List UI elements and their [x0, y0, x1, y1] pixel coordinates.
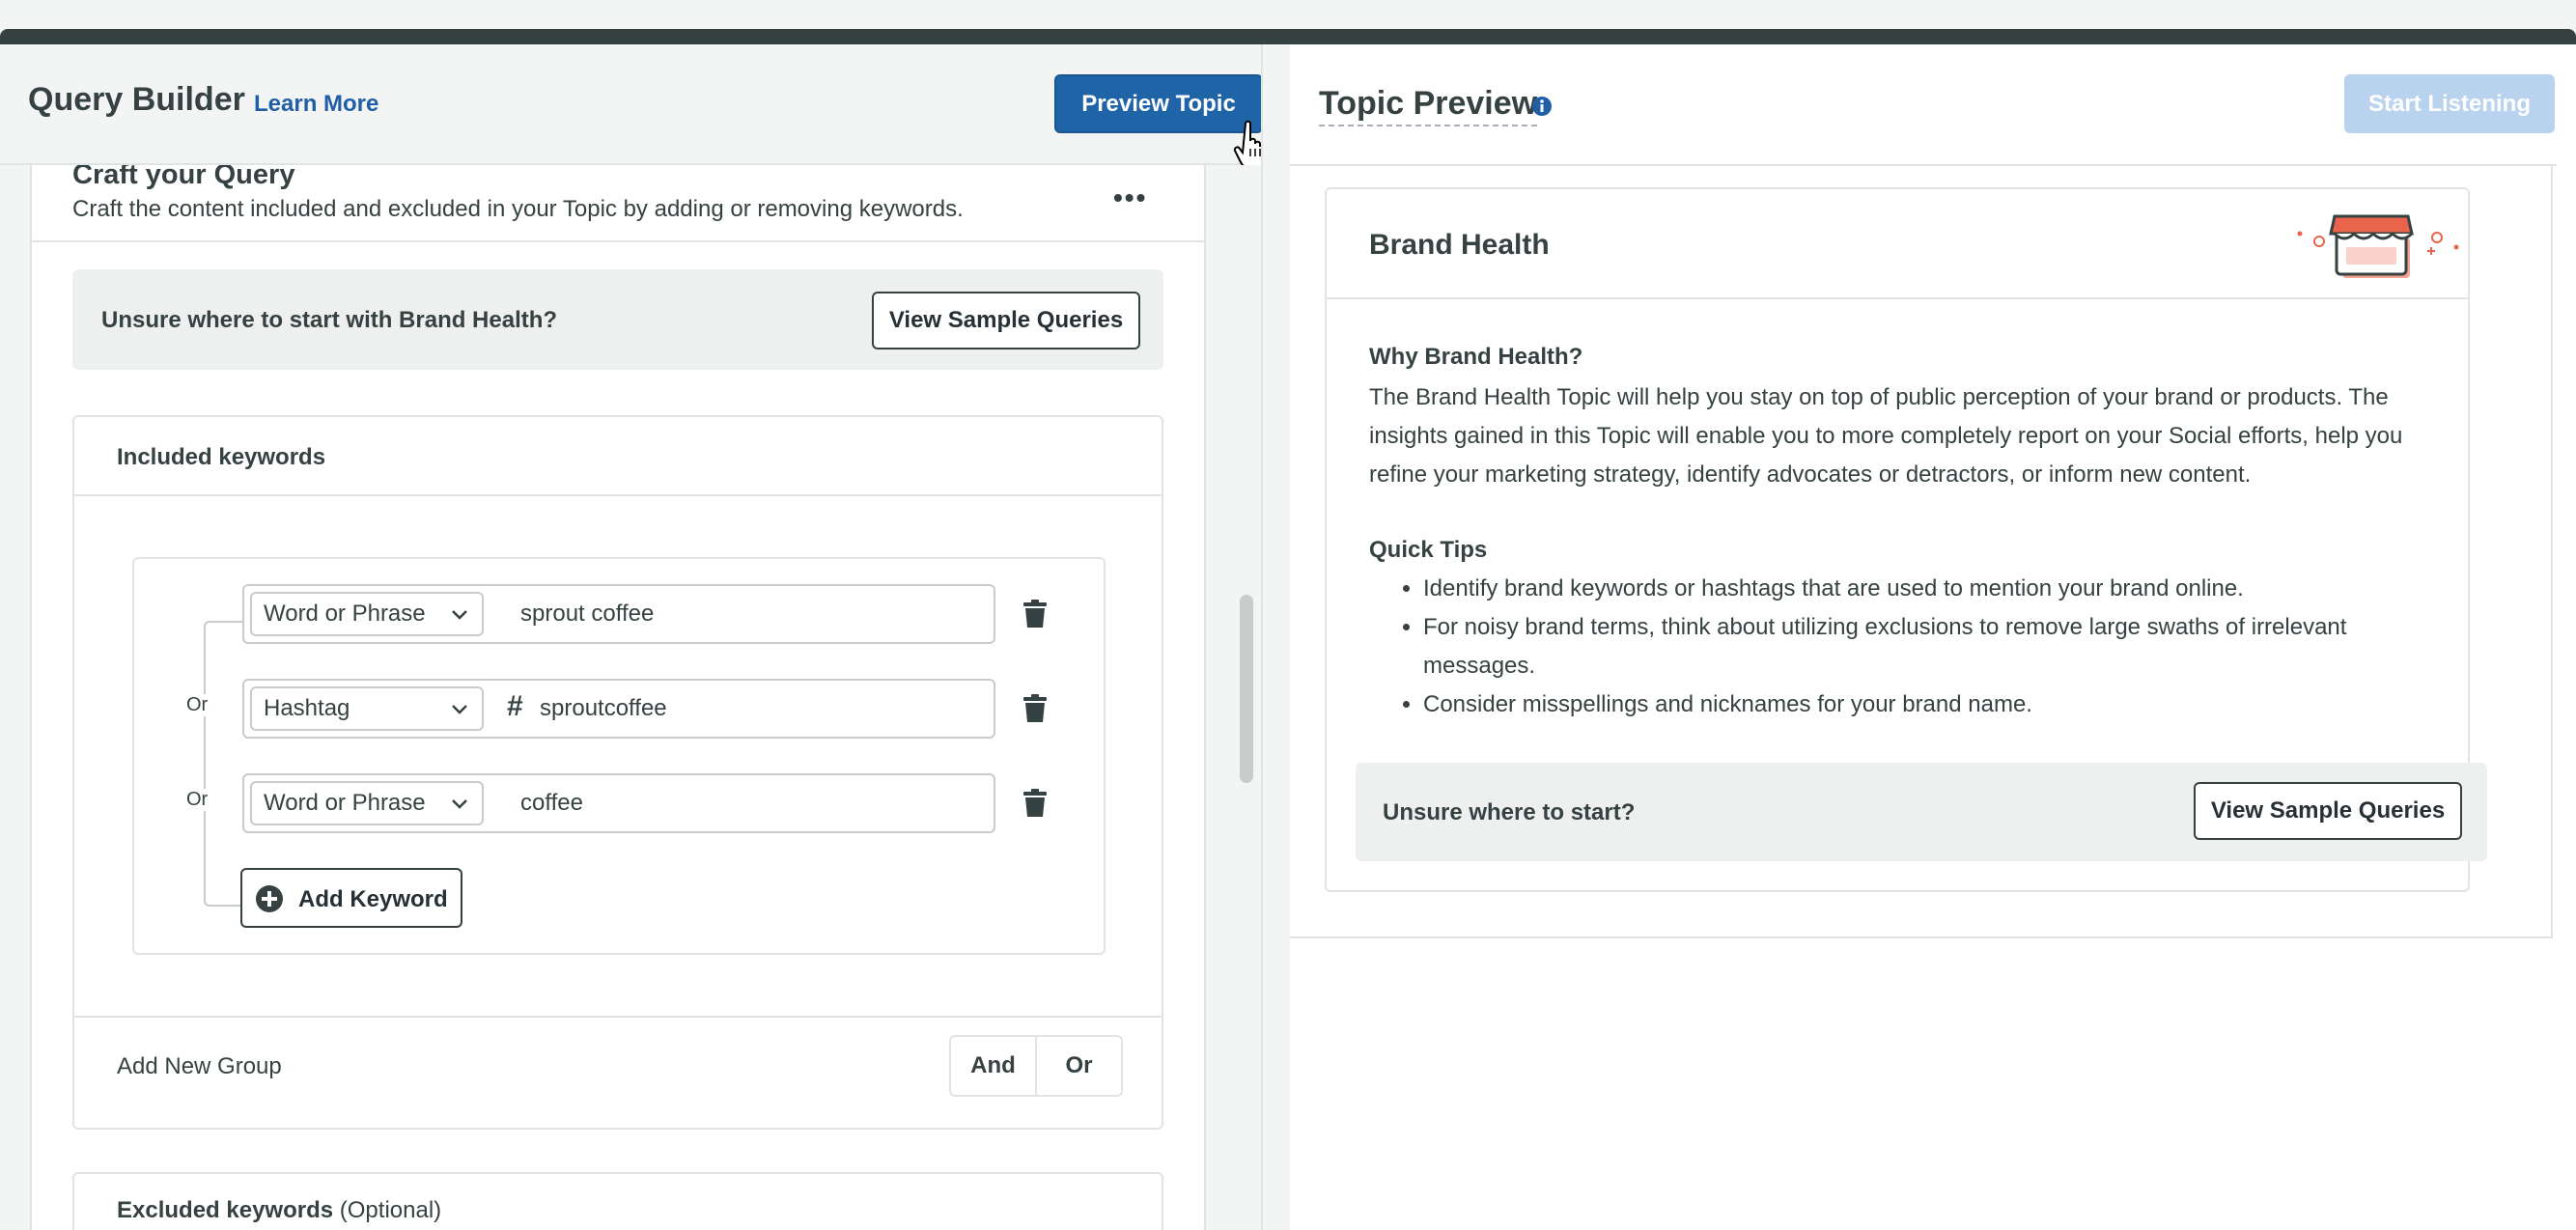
chevron-down-icon	[452, 705, 467, 714]
keyword-input[interactable]: sproutcoffee	[540, 695, 667, 722]
keyword-input[interactable]: coffee	[520, 790, 583, 817]
info-icon[interactable]	[1531, 96, 1553, 117]
why-brand-health-title: Why Brand Health?	[1369, 344, 1583, 370]
included-keywords-title: Included keywords	[117, 444, 326, 470]
excluded-keywords-card: Excluded keywords (Optional)	[72, 1172, 1163, 1230]
sample-queries-banner: Unsure where to start with Brand Health?…	[72, 269, 1163, 370]
query-builder-panel: Query Builder Learn More Preview Topic C…	[0, 44, 1290, 1230]
start-listening-button[interactable]: Start Listening	[2344, 74, 2555, 133]
or-connector-label: Or	[182, 694, 212, 716]
divider	[1327, 297, 2468, 299]
excluded-keywords-label: Excluded keywords	[117, 1197, 334, 1223]
quick-tips-title: Quick Tips	[1369, 537, 1488, 563]
quick-tips-list: Identify brand keywords or hashtags that…	[1423, 570, 2447, 724]
keyword-type-value: Word or Phrase	[264, 601, 426, 627]
query-builder-header: Query Builder Learn More Preview Topic	[0, 44, 1290, 169]
excluded-keywords-title: Excluded keywords (Optional)	[117, 1197, 441, 1224]
trash-icon[interactable]	[1022, 789, 1048, 818]
divider	[74, 494, 1162, 496]
keyword-type-select[interactable]: Hashtag	[250, 686, 484, 731]
or-connector-line	[204, 621, 244, 907]
sample-queries-prompt: Unsure where to start with Brand Health?	[101, 307, 558, 333]
why-brand-health-body: The Brand Health Topic will help you sta…	[1369, 384, 2403, 488]
included-keywords-card: Included keywords Or Or Word or Phrase s…	[72, 415, 1163, 1130]
plus-circle-icon	[256, 885, 283, 912]
keyword-type-select[interactable]: Word or Phrase	[250, 592, 484, 636]
view-sample-queries-button[interactable]: View Sample Queries	[872, 292, 1140, 349]
or-button[interactable]: Or	[1037, 1037, 1121, 1095]
list-item: For noisy brand terms, think about utili…	[1423, 608, 2447, 685]
keyword-row: Word or Phrase sprout coffee	[242, 584, 995, 644]
divider	[74, 1016, 1162, 1018]
keyword-type-value: Word or Phrase	[264, 790, 426, 816]
sample-queries-prompt: Unsure where to start?	[1383, 799, 1636, 825]
or-connector-label: Or	[182, 789, 212, 811]
page-title: Query Builder	[28, 81, 245, 118]
scrollbar-thumb[interactable]	[1240, 595, 1253, 783]
keyword-type-select[interactable]: Word or Phrase	[250, 781, 484, 825]
list-item: Consider misspellings and nicknames for …	[1423, 685, 2447, 724]
craft-query-description: Craft the content included and excluded …	[72, 196, 964, 222]
topic-preview-title: Topic Preview	[1319, 85, 1538, 126]
hashtag-prefix: #	[507, 690, 523, 722]
keyword-group: Or Or Word or Phrase sprout coffee Hasht…	[132, 557, 1106, 955]
sample-queries-banner: Unsure where to start? View Sample Queri…	[1356, 763, 2487, 861]
keyword-row: Hashtag # sproutcoffee	[242, 679, 995, 739]
view-sample-queries-button[interactable]: View Sample Queries	[2194, 782, 2462, 840]
chevron-down-icon	[452, 799, 467, 809]
add-new-group-label: Add New Group	[117, 1053, 282, 1079]
trash-icon[interactable]	[1022, 694, 1048, 723]
keyword-type-value: Hashtag	[264, 695, 350, 721]
brand-health-card: Brand Health Why Brand Health? The Brand…	[1325, 187, 2487, 892]
divider	[32, 240, 1204, 242]
keyword-input[interactable]: sprout coffee	[520, 601, 654, 628]
keyword-row: Word or Phrase coffee	[242, 773, 995, 833]
and-button[interactable]: And	[951, 1037, 1037, 1095]
top-window-bar	[0, 0, 2576, 44]
window-strip	[0, 29, 2576, 44]
craft-query-title: Craft your Query	[72, 165, 295, 190]
query-scroll-area[interactable]: Craft your Query Craft the content inclu…	[30, 165, 1206, 1230]
learn-more-link[interactable]: Learn More	[254, 91, 378, 118]
topic-preview-panel: Topic Preview Start Listening Brand Heal…	[1290, 44, 2576, 1230]
storefront-illustration	[2297, 214, 2459, 278]
add-keyword-label: Add Keyword	[298, 886, 448, 912]
panel-divider	[1261, 44, 1290, 1230]
list-item: Identify brand keywords or hashtags that…	[1423, 570, 2447, 608]
chevron-down-icon	[452, 610, 467, 620]
brand-health-title: Brand Health	[1369, 229, 1550, 261]
add-keyword-button[interactable]: Add Keyword	[240, 868, 462, 928]
trash-icon[interactable]	[1022, 600, 1048, 629]
group-operator-toggle: And Or	[949, 1035, 1123, 1097]
ellipsis-icon[interactable]: •••	[1113, 182, 1147, 213]
optional-label: (Optional)	[339, 1197, 442, 1223]
